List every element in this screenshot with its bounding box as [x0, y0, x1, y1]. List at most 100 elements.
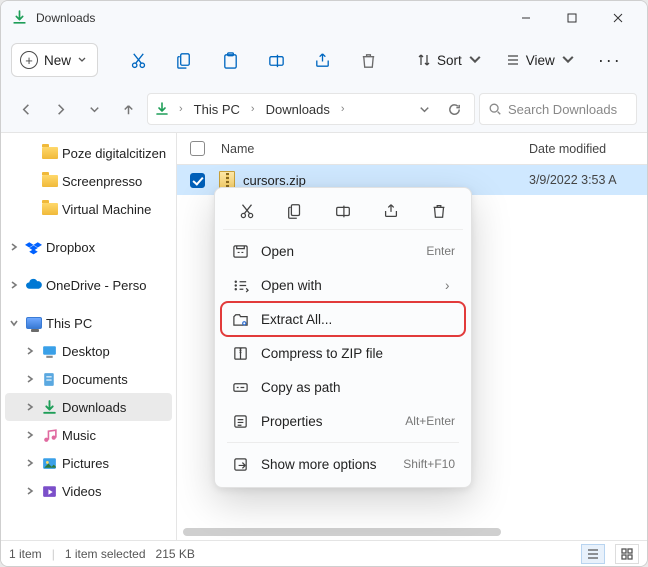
- sidebar-item[interactable]: Virtual Machine: [1, 195, 176, 223]
- chevron-right-icon: ›: [445, 278, 455, 293]
- close-button[interactable]: [595, 1, 641, 34]
- maximize-button[interactable]: [549, 1, 595, 34]
- sidebar-item-music[interactable]: Music: [1, 421, 176, 449]
- titlebar: Downloads: [1, 1, 647, 34]
- sidebar-item[interactable]: Screenpresso: [1, 167, 176, 195]
- menu-compress[interactable]: Compress to ZIP file: [221, 336, 465, 370]
- delete-button[interactable]: [348, 42, 388, 78]
- sidebar-item-downloads[interactable]: Downloads: [5, 393, 172, 421]
- chevron-down-icon: [560, 52, 576, 68]
- downloads-icon: [154, 101, 170, 117]
- chevron-right-icon: ›: [338, 103, 348, 115]
- desktop-icon: [41, 343, 58, 360]
- sort-icon: [416, 52, 432, 68]
- chevron-right-icon[interactable]: [7, 242, 21, 252]
- address-bar[interactable]: › This PC › Downloads ›: [147, 93, 475, 125]
- back-button[interactable]: [11, 94, 41, 124]
- menu-open[interactable]: Open Enter: [221, 234, 465, 268]
- rename-button[interactable]: [256, 42, 296, 78]
- column-date[interactable]: Date modified: [529, 142, 647, 156]
- chevron-right-icon[interactable]: [23, 430, 37, 440]
- menu-extract-all[interactable]: Extract All...: [221, 302, 465, 336]
- sidebar-item[interactable]: Poze digitalcitizen: [1, 139, 176, 167]
- context-menu: Open Enter Open with › Extract All... Co…: [214, 187, 472, 488]
- horizontal-scrollbar[interactable]: [183, 526, 625, 538]
- open-icon: [231, 242, 249, 260]
- downloads-icon: [41, 399, 58, 416]
- up-button[interactable]: [113, 94, 143, 124]
- refresh-button[interactable]: [440, 95, 468, 123]
- chevron-right-icon[interactable]: [23, 402, 37, 412]
- select-all-checkbox[interactable]: [190, 141, 205, 156]
- ctx-cut-button[interactable]: [230, 196, 264, 226]
- new-label: New: [44, 53, 71, 68]
- window-title: Downloads: [36, 11, 503, 25]
- details-view-button[interactable]: [581, 544, 605, 564]
- sidebar-item-videos[interactable]: Videos: [1, 477, 176, 505]
- music-icon: [41, 427, 58, 444]
- sidebar-item-onedrive[interactable]: OneDrive - Perso: [1, 271, 176, 299]
- folder-icon: [41, 201, 58, 218]
- new-button[interactable]: + New: [11, 43, 98, 77]
- column-name[interactable]: Name: [217, 142, 529, 156]
- breadcrumb-segment[interactable]: This PC: [190, 100, 244, 119]
- compress-icon: [231, 344, 249, 362]
- menu-properties[interactable]: Properties Alt+Enter: [221, 404, 465, 438]
- status-count: 1 item: [9, 547, 42, 561]
- file-date: 3/9/2022 3:53 A: [529, 173, 647, 187]
- sidebar-item-dropbox[interactable]: Dropbox: [1, 233, 176, 261]
- sidebar-item-documents[interactable]: Documents: [1, 365, 176, 393]
- paste-button[interactable]: [210, 42, 250, 78]
- chevron-right-icon[interactable]: [23, 458, 37, 468]
- nav-pane[interactable]: Poze digitalcitizen Screenpresso Virtual…: [1, 133, 177, 540]
- sidebar-item-thispc[interactable]: This PC: [1, 309, 176, 337]
- ctx-share-button[interactable]: [374, 196, 408, 226]
- open-with-icon: [231, 276, 249, 294]
- onedrive-icon: [25, 277, 42, 294]
- folder-icon: [41, 173, 58, 190]
- recent-button[interactable]: [79, 94, 109, 124]
- menu-separator: [227, 442, 459, 443]
- ctx-rename-button[interactable]: [326, 196, 360, 226]
- folder-icon: [41, 145, 58, 162]
- chevron-right-icon[interactable]: [23, 374, 37, 384]
- more-options-icon: [231, 455, 249, 473]
- chevron-right-icon: ›: [176, 103, 186, 115]
- chevron-right-icon: ›: [248, 103, 258, 115]
- chevron-right-icon[interactable]: [23, 486, 37, 496]
- pictures-icon: [41, 455, 58, 472]
- share-button[interactable]: [302, 42, 342, 78]
- menu-show-more[interactable]: Show more options Shift+F10: [221, 447, 465, 481]
- ctx-delete-button[interactable]: [422, 196, 456, 226]
- view-button[interactable]: View: [497, 42, 584, 78]
- menu-open-with[interactable]: Open with ›: [221, 268, 465, 302]
- sidebar-item-desktop[interactable]: Desktop: [1, 337, 176, 365]
- sidebar-item-pictures[interactable]: Pictures: [1, 449, 176, 477]
- thumbnails-view-button[interactable]: [615, 544, 639, 564]
- ctx-copy-button[interactable]: [278, 196, 312, 226]
- scrollbar-thumb[interactable]: [183, 528, 501, 536]
- pc-icon: [25, 315, 42, 332]
- breadcrumb-segment[interactable]: Downloads: [262, 100, 334, 119]
- copy-button[interactable]: [164, 42, 204, 78]
- row-checkbox[interactable]: [190, 173, 205, 188]
- properties-icon: [231, 412, 249, 430]
- status-size: 215 KB: [156, 547, 195, 561]
- nav-row: › This PC › Downloads › Search Downloads: [1, 86, 647, 132]
- more-button[interactable]: ···: [590, 50, 630, 71]
- chevron-right-icon[interactable]: [7, 280, 21, 290]
- menu-copy-path[interactable]: Copy as path: [221, 370, 465, 404]
- column-header[interactable]: Name Date modified: [177, 133, 647, 165]
- sort-button[interactable]: Sort: [408, 42, 491, 78]
- chevron-right-icon[interactable]: [23, 346, 37, 356]
- file-name: cursors.zip: [243, 173, 529, 188]
- videos-icon: [41, 483, 58, 500]
- forward-button[interactable]: [45, 94, 75, 124]
- chevron-down-icon: [467, 52, 483, 68]
- view-icon: [505, 52, 521, 68]
- search-box[interactable]: Search Downloads: [479, 93, 637, 125]
- minimize-button[interactable]: [503, 1, 549, 34]
- chevron-down-icon[interactable]: [7, 318, 21, 328]
- address-dropdown[interactable]: [410, 95, 438, 123]
- cut-button[interactable]: [118, 42, 158, 78]
